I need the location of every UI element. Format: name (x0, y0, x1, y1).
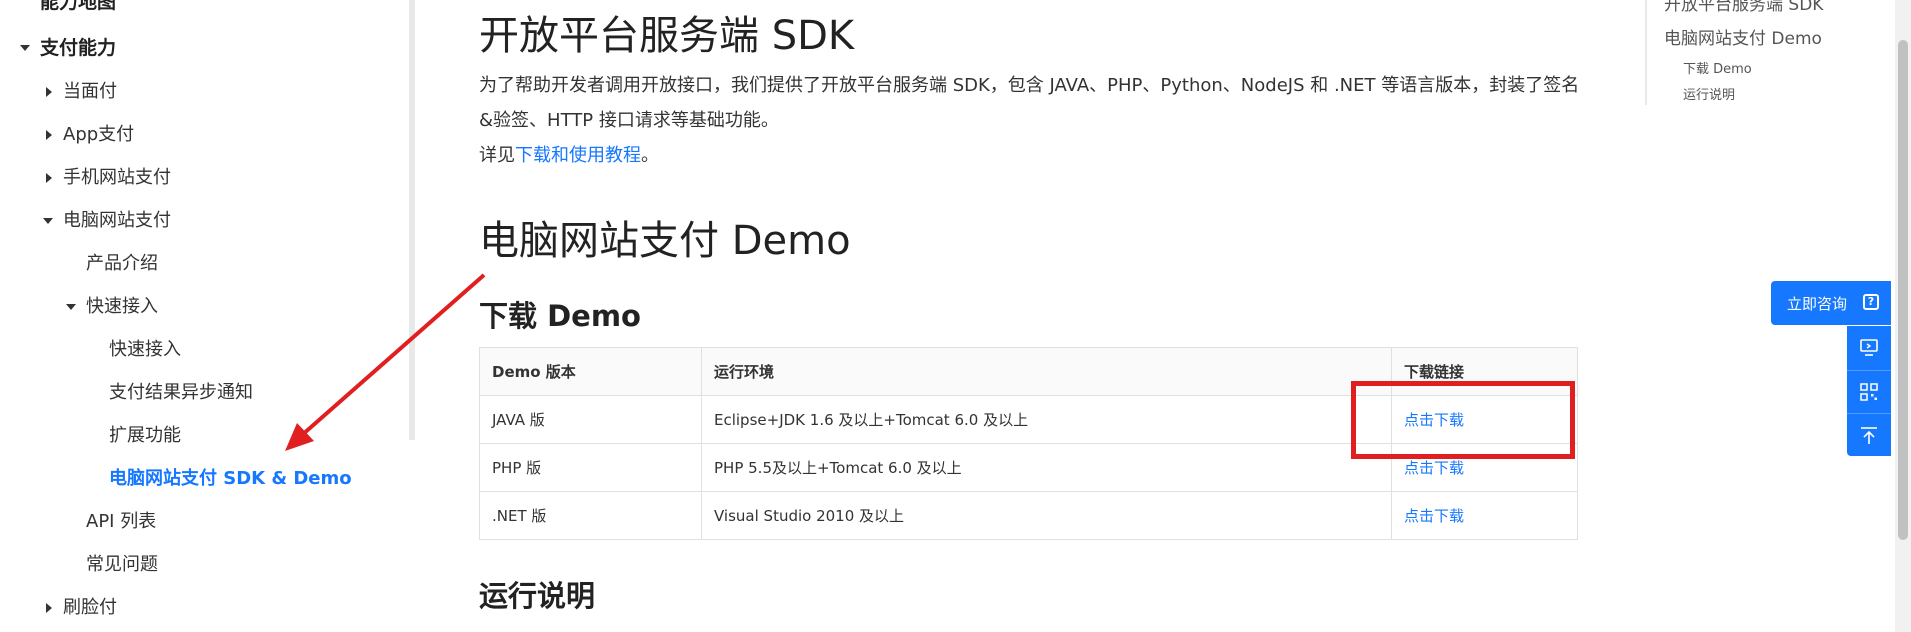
sidebar-item-face-to-face-pay[interactable]: 当面付 (46, 80, 117, 104)
sidebar-item-label: API 列表 (86, 511, 157, 532)
back-to-top-icon (1861, 427, 1877, 444)
download-link-dotnet[interactable]: 点击下载 (1391, 491, 1578, 540)
col-header-version: Demo 版本 (479, 347, 702, 396)
sidebar-item-face-pay[interactable]: 刷脸付 (46, 596, 117, 620)
sidebar-item-label: 电脑网站支付 (63, 210, 171, 231)
sidebar-item-quick-access[interactable]: 快速接入 (66, 295, 158, 319)
sidebar-item-label: 产品介绍 (86, 253, 158, 274)
sidebar-item-app-pay[interactable]: App支付 (46, 123, 135, 147)
chevron-down-icon (20, 45, 30, 51)
page-scrollbar[interactable] (1895, 0, 1911, 632)
col-header-env: 运行环境 (701, 347, 1392, 396)
back-to-top-button[interactable] (1847, 413, 1891, 457)
sidebar-item-label: 快速接入 (109, 339, 181, 360)
highlight-box (1351, 381, 1575, 459)
demo-section-title: 电脑网站支付 Demo (479, 218, 851, 264)
sidebar-item-label: 常见问题 (86, 554, 158, 575)
monitor-icon (1860, 339, 1878, 356)
sidebar-item-label: 快速接入 (86, 296, 158, 317)
main-content: 开放平台服务端 SDK 为了帮助开发者调用开放接口，我们提供了开放平台服务端 S… (415, 0, 1645, 632)
qr-code-button[interactable] (1847, 370, 1891, 414)
sidebar-item-api-list[interactable]: API 列表 (86, 510, 156, 534)
see-tutorial-line: 详见下载和使用教程。 (479, 138, 1589, 173)
cell-env: Eclipse+JDK 1.6 及以上+Tomcat 6.0 及以上 (701, 395, 1392, 444)
sidebar-item-payment-capability[interactable]: 支付能力 (20, 36, 117, 60)
sidebar-item-label: 手机网站支付 (63, 167, 171, 188)
toc-item-demo[interactable]: 电脑网站支付 Demo (1664, 24, 1822, 49)
cell-env: PHP 5.5及以上+Tomcat 6.0 及以上 (701, 443, 1392, 492)
sdk-section-title: 开放平台服务端 SDK (479, 13, 855, 59)
toc-item-download-demo[interactable]: 下载 Demo (1683, 58, 1752, 77)
sidebar-item-label: 支付能力 (40, 37, 117, 59)
sidebar-item-async-notify[interactable]: 支付结果异步通知 (109, 381, 253, 405)
chevron-right-icon (46, 87, 52, 97)
sidebar-item-capability-map[interactable]: 能力地图 (40, 0, 116, 14)
cell-version: .NET 版 (479, 491, 702, 540)
toc-item-sdk[interactable]: 开放平台服务端 SDK (1664, 0, 1823, 15)
sidebar-item-label: 扩展功能 (109, 425, 181, 446)
chevron-right-icon (46, 130, 52, 140)
qr-code-icon (1860, 383, 1878, 401)
sidebar-item-pc-web-pay[interactable]: 电脑网站支付 (43, 209, 171, 233)
floating-toolbar (1847, 326, 1891, 456)
cell-env: Visual Studio 2010 及以上 (701, 491, 1392, 540)
cell-version: PHP 版 (479, 443, 702, 492)
table-row: .NET 版 Visual Studio 2010 及以上 点击下载 (479, 491, 1578, 540)
left-sidebar: 能力地图 支付能力 当面付 App支付 手机网站支付 电脑网站支付 产品介绍 快… (0, 0, 415, 632)
chevron-down-icon (43, 218, 53, 224)
see-suffix: 。 (641, 145, 659, 166)
chevron-down-icon (66, 304, 76, 310)
sidebar-item-label: 支付结果异步通知 (109, 382, 253, 403)
chevron-right-icon (46, 603, 52, 613)
cell-version: JAVA 版 (479, 395, 702, 444)
tutorial-link[interactable]: 下载和使用教程 (515, 145, 641, 166)
sidebar-item-label: 电脑网站支付 SDK & Demo (109, 468, 352, 489)
sdk-description: 为了帮助开发者调用开放接口，我们提供了开放平台服务端 SDK，包含 JAVA、P… (479, 75, 1580, 131)
consult-label: 立即咨询 (1787, 294, 1848, 313)
chevron-right-icon (46, 173, 52, 183)
sidebar-item-label: 当面付 (63, 81, 117, 102)
sidebar-item-sdk-demo[interactable]: 电脑网站支付 SDK & Demo (109, 467, 352, 491)
download-demo-heading: 下载 Demo (479, 299, 641, 333)
sidebar-item-mobile-web-pay[interactable]: 手机网站支付 (46, 166, 171, 190)
sidebar-item-quick-access-sub[interactable]: 快速接入 (109, 338, 181, 362)
page-scrollbar-thumb[interactable] (1898, 40, 1908, 540)
run-instructions-heading: 运行说明 (479, 579, 596, 613)
consult-button[interactable]: 立即咨询 ? (1771, 281, 1891, 325)
toc-item-run-instructions[interactable]: 运行说明 (1683, 84, 1735, 103)
sidebar-item-extensions[interactable]: 扩展功能 (109, 424, 181, 448)
sidebar-item-label: 刷脸付 (63, 597, 117, 618)
see-prefix: 详见 (479, 145, 515, 166)
sidebar-item-label: 能力地图 (40, 0, 117, 13)
sidebar-item-product-intro[interactable]: 产品介绍 (86, 252, 158, 276)
sidebar-item-label: App支付 (63, 124, 135, 145)
sidebar-item-faq[interactable]: 常见问题 (86, 553, 158, 577)
toc-divider (1645, 0, 1647, 105)
question-icon: ? (1863, 294, 1879, 310)
monitor-button[interactable] (1847, 326, 1891, 369)
